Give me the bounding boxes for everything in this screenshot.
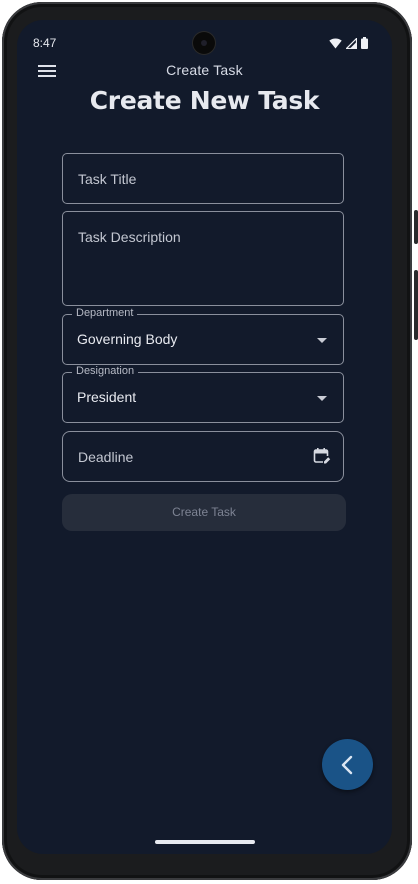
department-dropdown[interactable]: Department Governing Body <box>62 307 344 365</box>
create-task-button[interactable]: Create Task <box>62 494 346 531</box>
status-icons <box>329 37 368 49</box>
app-screen: 8:47 Create Task Create New Task Task Ti… <box>17 20 392 854</box>
designation-dropdown[interactable]: Designation President <box>62 365 344 423</box>
dropdown-arrow-icon <box>317 338 327 343</box>
deadline-placeholder: Deadline <box>78 449 134 465</box>
designation-label: Designation <box>72 365 139 377</box>
designation-value: President <box>77 389 137 405</box>
calendar-edit-icon[interactable] <box>313 447 331 465</box>
power-button <box>414 210 418 244</box>
app-bar-title: Create Task <box>166 62 243 78</box>
home-indicator[interactable] <box>155 840 255 844</box>
dropdown-arrow-icon <box>317 396 327 401</box>
wifi-icon <box>329 37 342 48</box>
camera-cutout <box>193 32 215 54</box>
department-label: Department <box>72 307 138 319</box>
department-value: Governing Body <box>77 331 178 347</box>
task-description-field[interactable]: Task Description <box>62 211 344 306</box>
page-title: Create New Task <box>89 86 320 115</box>
task-description-placeholder: Task Description <box>78 229 181 245</box>
task-title-placeholder: Task Title <box>78 171 137 187</box>
deadline-field[interactable]: Deadline <box>62 431 344 482</box>
back-fab[interactable] <box>322 739 373 790</box>
cell-signal-icon <box>346 37 357 49</box>
task-title-field[interactable]: Task Title <box>62 153 344 204</box>
device: 8:47 Create Task Create New Task Task Ti… <box>0 0 418 884</box>
chevron-left-icon <box>341 755 353 775</box>
volume-button <box>414 270 418 340</box>
battery-icon <box>361 37 368 49</box>
status-time: 8:47 <box>33 36 57 50</box>
